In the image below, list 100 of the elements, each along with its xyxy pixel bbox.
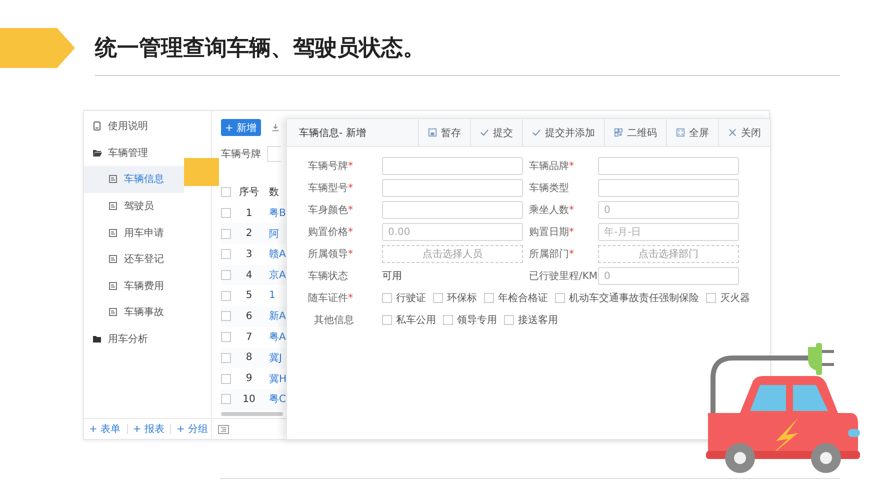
toolbar-button[interactable]: 提交并添加 xyxy=(522,119,604,146)
input-field[interactable] xyxy=(382,157,523,175)
toolbar-button[interactable]: 暂存 xyxy=(418,119,470,146)
checkbox[interactable] xyxy=(221,311,231,322)
collapse-icon[interactable] xyxy=(218,424,229,434)
checkbox[interactable] xyxy=(433,293,443,303)
checkbox[interactable] xyxy=(555,293,565,303)
input-field[interactable] xyxy=(382,201,523,219)
sidebar-item[interactable]: 用车分析 xyxy=(84,326,211,352)
input-field[interactable] xyxy=(382,179,523,197)
checkbox-label[interactable]: 灭火器 xyxy=(720,291,750,305)
toolbar-button[interactable]: 关闭 xyxy=(718,119,770,146)
table-link[interactable]: 粤A xyxy=(269,330,286,344)
table-link[interactable]: 粤B xyxy=(269,206,286,220)
field-label: 车身颜色* xyxy=(308,204,354,217)
checkbox[interactable] xyxy=(221,228,231,239)
checkbox-label[interactable]: 接送客用 xyxy=(518,313,558,327)
filter-field[interactable] xyxy=(267,146,281,162)
field-label: 已行驶里程/KM xyxy=(529,270,598,283)
form-icon xyxy=(108,228,118,238)
checkbox[interactable] xyxy=(221,332,231,342)
table-cell-text: 4 xyxy=(244,270,254,281)
input-field[interactable]: 0 xyxy=(598,267,739,285)
add-link[interactable]: + 表单 xyxy=(86,422,124,436)
highlight-marker xyxy=(184,158,219,186)
field-label: 车辆类型 xyxy=(529,182,570,195)
field-label: 随车证件* xyxy=(308,292,354,305)
sidebar-item[interactable]: 车辆信息 xyxy=(84,166,184,193)
checkbox-label[interactable]: 领导专用 xyxy=(457,313,497,327)
field-label: 车辆型号* xyxy=(308,182,354,195)
table-cell-text: 1 xyxy=(244,208,254,219)
table-link[interactable]: 赣A xyxy=(269,247,286,262)
checkbox[interactable] xyxy=(443,315,453,325)
toolbar-button[interactable]: 提交 xyxy=(470,119,522,146)
checkbox[interactable] xyxy=(221,374,231,384)
table-link[interactable]: 阿 xyxy=(269,226,279,241)
field-label: 所属部门* xyxy=(529,248,575,261)
input-field[interactable] xyxy=(598,157,739,175)
checkbox-label[interactable]: 年检合格证 xyxy=(498,291,548,305)
field-label: 其他信息 xyxy=(314,314,355,327)
table-cell-text: 2 xyxy=(244,228,254,240)
checkbox[interactable] xyxy=(504,315,514,325)
field-label: 车辆号牌* xyxy=(308,160,354,173)
checkbox[interactable] xyxy=(221,352,231,363)
table-link[interactable]: 新A xyxy=(269,309,286,324)
table-link[interactable]: 1 xyxy=(269,290,276,302)
form-icon xyxy=(108,201,118,212)
input-field[interactable]: 0 xyxy=(598,201,739,219)
checkbox[interactable] xyxy=(382,315,392,325)
table-link[interactable]: 京A xyxy=(269,268,286,282)
add-button[interactable]: + 新增 xyxy=(221,119,261,136)
table-link[interactable]: 冀H xyxy=(269,372,287,386)
checkbox[interactable] xyxy=(221,290,231,301)
checkbox-label[interactable]: 机动车交通事故责任强制保险 xyxy=(569,291,699,305)
checkbox[interactable] xyxy=(221,187,231,198)
sidebar-item[interactable]: 还车登记 xyxy=(84,246,211,273)
table-cell-text: 9 xyxy=(244,373,254,384)
input-field[interactable]: 0.00 xyxy=(382,223,523,241)
open-folder-icon xyxy=(92,148,102,158)
table-link[interactable]: 冀J xyxy=(269,350,282,365)
close-icon xyxy=(728,128,737,137)
sidebar-item[interactable]: 车辆费用 xyxy=(84,272,211,300)
save-icon xyxy=(428,128,437,137)
checkbox-label[interactable]: 环保标 xyxy=(447,291,477,305)
checkbox-label[interactable]: 私车公用 xyxy=(396,313,436,327)
check-icon xyxy=(480,128,489,137)
add-link[interactable]: + 报表 xyxy=(130,422,168,436)
toolbar-button[interactable]: 全屏 xyxy=(666,119,718,146)
scrollbar[interactable] xyxy=(221,412,283,416)
checkbox[interactable] xyxy=(382,293,392,303)
field-label: 所属领导* xyxy=(308,248,354,261)
checkbox[interactable] xyxy=(221,249,231,260)
toolbar-button[interactable]: 二维码 xyxy=(604,119,666,146)
field-label: 乘坐人数* xyxy=(529,204,575,217)
table-cell-text: 5 xyxy=(244,290,254,302)
input-field[interactable]: 年-月-日 xyxy=(598,223,739,241)
form-icon xyxy=(108,280,118,291)
table-cell-text: 7 xyxy=(244,332,254,343)
field-label: 购置价格* xyxy=(308,226,354,239)
filter-label: 车辆号牌 xyxy=(221,148,261,161)
sidebar-item[interactable]: 车辆管理 xyxy=(84,140,211,166)
add-link[interactable]: + 分组 xyxy=(173,422,211,436)
table-link[interactable]: 粤C xyxy=(269,392,286,406)
checkbox[interactable] xyxy=(221,394,231,404)
sidebar-item[interactable]: 车辆事故 xyxy=(84,299,211,326)
checkbox[interactable] xyxy=(484,293,494,303)
checkbox[interactable] xyxy=(706,293,716,303)
field-value: 可用 xyxy=(382,270,403,284)
form-icon xyxy=(108,254,118,264)
sidebar-item[interactable]: 驾驶员 xyxy=(84,192,211,220)
field-label: 车辆状态 xyxy=(308,270,349,283)
checkbox-label[interactable]: 行驶证 xyxy=(396,291,426,305)
checkbox[interactable] xyxy=(221,208,231,218)
download-icon[interactable] xyxy=(270,123,280,132)
checkbox[interactable] xyxy=(221,270,231,280)
field-label: 购置日期* xyxy=(529,226,575,239)
sidebar-item[interactable]: 用车申请 xyxy=(84,219,211,246)
input-field[interactable] xyxy=(598,179,739,197)
dialog-title: 车辆信息- 新增 xyxy=(298,126,367,140)
sidebar-item[interactable]: 使用说明 xyxy=(84,113,211,140)
